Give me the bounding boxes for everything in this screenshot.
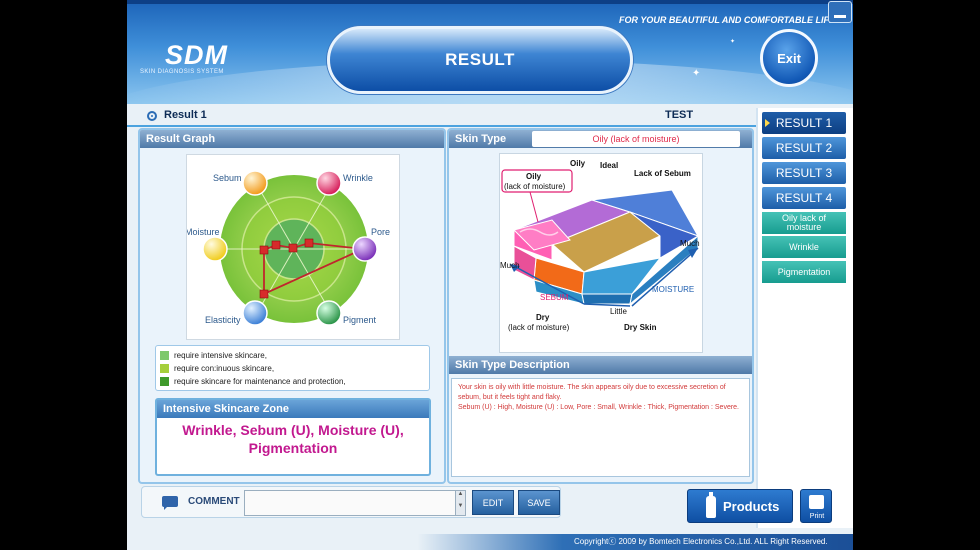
radar-graph: Sebum Wrinkle Pore Pigment Elasticity Mo… bbox=[185, 154, 400, 340]
pore-icon bbox=[352, 236, 378, 262]
label-little: Little bbox=[610, 307, 627, 316]
description-line: Sebum (U) : High, Moisture (U) : Low, Po… bbox=[458, 404, 740, 411]
label-much-left: Much bbox=[500, 261, 520, 270]
label-oily: Oily bbox=[570, 159, 586, 168]
save-button[interactable]: SAVE bbox=[518, 490, 560, 515]
sebum-icon bbox=[242, 170, 268, 196]
description-title: Skin Type Description bbox=[449, 356, 752, 374]
axis-label-sebum: Sebum bbox=[213, 173, 242, 183]
callout-oily: Oily bbox=[526, 172, 542, 181]
header: SDM SKIN DIAGNOSIS SYSTEM FOR YOUR BEAUT… bbox=[127, 0, 853, 104]
tagline: FOR YOUR BEAUTIFUL AND COMFORTABLE LIFE bbox=[619, 15, 835, 25]
skin-type-diagram: Oily (lack of moisture) Oily Ideal Lack … bbox=[499, 153, 703, 353]
result-2-button[interactable]: RESULT 2 bbox=[762, 137, 846, 159]
scroll-down-button[interactable]: ▼ bbox=[455, 503, 465, 515]
intensive-zone-title: Intensive Skincare Zone bbox=[157, 400, 429, 418]
result-1-label: RESULT 1 bbox=[775, 116, 833, 130]
arrow-right-icon bbox=[765, 119, 770, 127]
axis-label-wrinkle: Wrinkle bbox=[343, 173, 373, 183]
category-wrinkle-label: Wrinkle bbox=[789, 241, 819, 252]
graph-legend: require intensive skincare, require con:… bbox=[155, 345, 430, 391]
skin-type-value: Oily (lack of moisture) bbox=[532, 131, 740, 147]
callout-lack-moisture: (lack of moisture) bbox=[504, 182, 566, 191]
legend-text: require skincare for maintenance and pro… bbox=[174, 377, 346, 386]
category-pigmentation-button[interactable]: Pigmentation bbox=[762, 261, 846, 283]
header-topline bbox=[127, 0, 853, 4]
result-4-label: RESULT 4 bbox=[775, 191, 833, 205]
category-oily-label: Oily lack of moisture bbox=[781, 213, 826, 232]
comment-icon bbox=[162, 496, 178, 510]
page-title-text: RESULT bbox=[445, 50, 515, 69]
legend-swatch bbox=[160, 364, 169, 373]
tab-divider bbox=[127, 125, 756, 127]
result-2-label: RESULT 2 bbox=[775, 141, 833, 155]
legend-text: require intensive skincare, bbox=[174, 351, 267, 360]
moisture-icon bbox=[202, 236, 228, 262]
result-graph-panel: Result Graph Sebum Wrinkle Pore Pigment … bbox=[138, 128, 446, 484]
legend-text: require con:inuous skincare, bbox=[174, 364, 275, 373]
legend-swatch bbox=[160, 377, 169, 386]
result-3-button[interactable]: RESULT 3 bbox=[762, 162, 846, 184]
print-label: Print bbox=[809, 513, 825, 520]
axis-label-pigment: Pigment bbox=[343, 315, 377, 325]
logo: SDM bbox=[165, 40, 228, 70]
elasticity-icon bbox=[242, 300, 268, 326]
label-dry-sub: (lack of moisture) bbox=[508, 323, 570, 332]
description-body: Your skin is oily with little moisture. … bbox=[451, 378, 750, 477]
result-label: Result 1 bbox=[164, 109, 207, 121]
products-button[interactable]: Products bbox=[687, 489, 793, 523]
skin-type-panel: Skin Type Oily (lack of moisture) Oily (… bbox=[447, 128, 754, 484]
scroll-up-button[interactable]: ▲ bbox=[455, 491, 465, 503]
label-dry-skin: Dry Skin bbox=[624, 323, 657, 332]
label-lack-sebum: Lack of Sebum bbox=[634, 169, 691, 178]
products-label: Products bbox=[723, 498, 780, 514]
axis-label-pore: Pore bbox=[371, 227, 390, 237]
result-4-button[interactable]: RESULT 4 bbox=[762, 187, 846, 209]
comment-input[interactable] bbox=[244, 490, 466, 516]
skin-type-diagram-svg: Oily (lack of moisture) Oily Ideal Lack … bbox=[500, 159, 700, 332]
wrinkle-icon bbox=[316, 170, 342, 196]
label-dry: Dry bbox=[536, 313, 550, 322]
legend-item: require skincare for maintenance and pro… bbox=[160, 377, 346, 386]
pigment-icon bbox=[316, 300, 342, 326]
skin-type-description: Skin Type Description Your skin is oily … bbox=[449, 356, 752, 482]
comment-bar: COMMENT ▲ ▼ EDIT SAVE bbox=[141, 486, 561, 518]
intensive-zone: Intensive Skincare Zone Wrinkle, Sebum (… bbox=[155, 398, 431, 476]
printer-icon bbox=[809, 495, 824, 509]
sparkle-icon: ✦ bbox=[692, 68, 701, 79]
test-label: TEST bbox=[665, 109, 694, 121]
category-wrinkle-button[interactable]: Wrinkle bbox=[762, 236, 846, 258]
radar-graph-svg: Sebum Wrinkle Pore Pigment Elasticity Mo… bbox=[185, 170, 390, 326]
result-1-button[interactable]: RESULT 1 bbox=[762, 112, 846, 134]
result-3-label: RESULT 3 bbox=[775, 166, 833, 180]
intensive-zone-text: Wrinkle, Sebum (U), Moisture (U), Pigmen… bbox=[182, 422, 404, 456]
label-much-right: Much bbox=[680, 239, 700, 248]
category-pigmentation-label: Pigmentation bbox=[777, 266, 831, 277]
label-ideal: Ideal bbox=[600, 161, 618, 170]
bottle-icon bbox=[706, 492, 716, 518]
print-button[interactable]: Print bbox=[800, 489, 832, 523]
copyright-text: Copyrightⓒ 2009 by Bomtech Electronics C… bbox=[574, 537, 828, 546]
target-icon bbox=[147, 111, 157, 121]
legend-swatch bbox=[160, 351, 169, 360]
axis-label-moisture: Moisture bbox=[187, 227, 220, 237]
label-sebum-axis: SEBUM bbox=[540, 293, 569, 302]
legend-item: require con:inuous skincare, bbox=[160, 364, 274, 373]
category-oily-button[interactable]: Oily lack of moisture bbox=[762, 212, 846, 234]
result-graph-title: Result Graph bbox=[140, 130, 444, 148]
comment-label: COMMENT bbox=[188, 496, 240, 507]
sparkle-icon: ✦ bbox=[730, 39, 736, 45]
result-sidebar: RESULT 1 RESULT 2 RESULT 3 RESULT 4 Oily… bbox=[756, 108, 853, 528]
app-window: SDM SKIN DIAGNOSIS SYSTEM FOR YOUR BEAUT… bbox=[127, 0, 853, 550]
legend-item: require intensive skincare, bbox=[160, 351, 267, 360]
page-title: RESULT bbox=[327, 26, 633, 94]
label-moisture-axis: MOISTURE bbox=[652, 285, 694, 294]
minimize-button[interactable] bbox=[828, 1, 852, 23]
logo-subtitle: SKIN DIAGNOSIS SYSTEM bbox=[140, 69, 224, 75]
exit-button[interactable]: Exit bbox=[760, 29, 818, 87]
minimize-icon bbox=[834, 15, 846, 18]
edit-button[interactable]: EDIT bbox=[472, 490, 514, 515]
axis-label-elasticity: Elasticity bbox=[205, 315, 241, 325]
description-line: Your skin is oily with little moisture. … bbox=[458, 384, 726, 401]
